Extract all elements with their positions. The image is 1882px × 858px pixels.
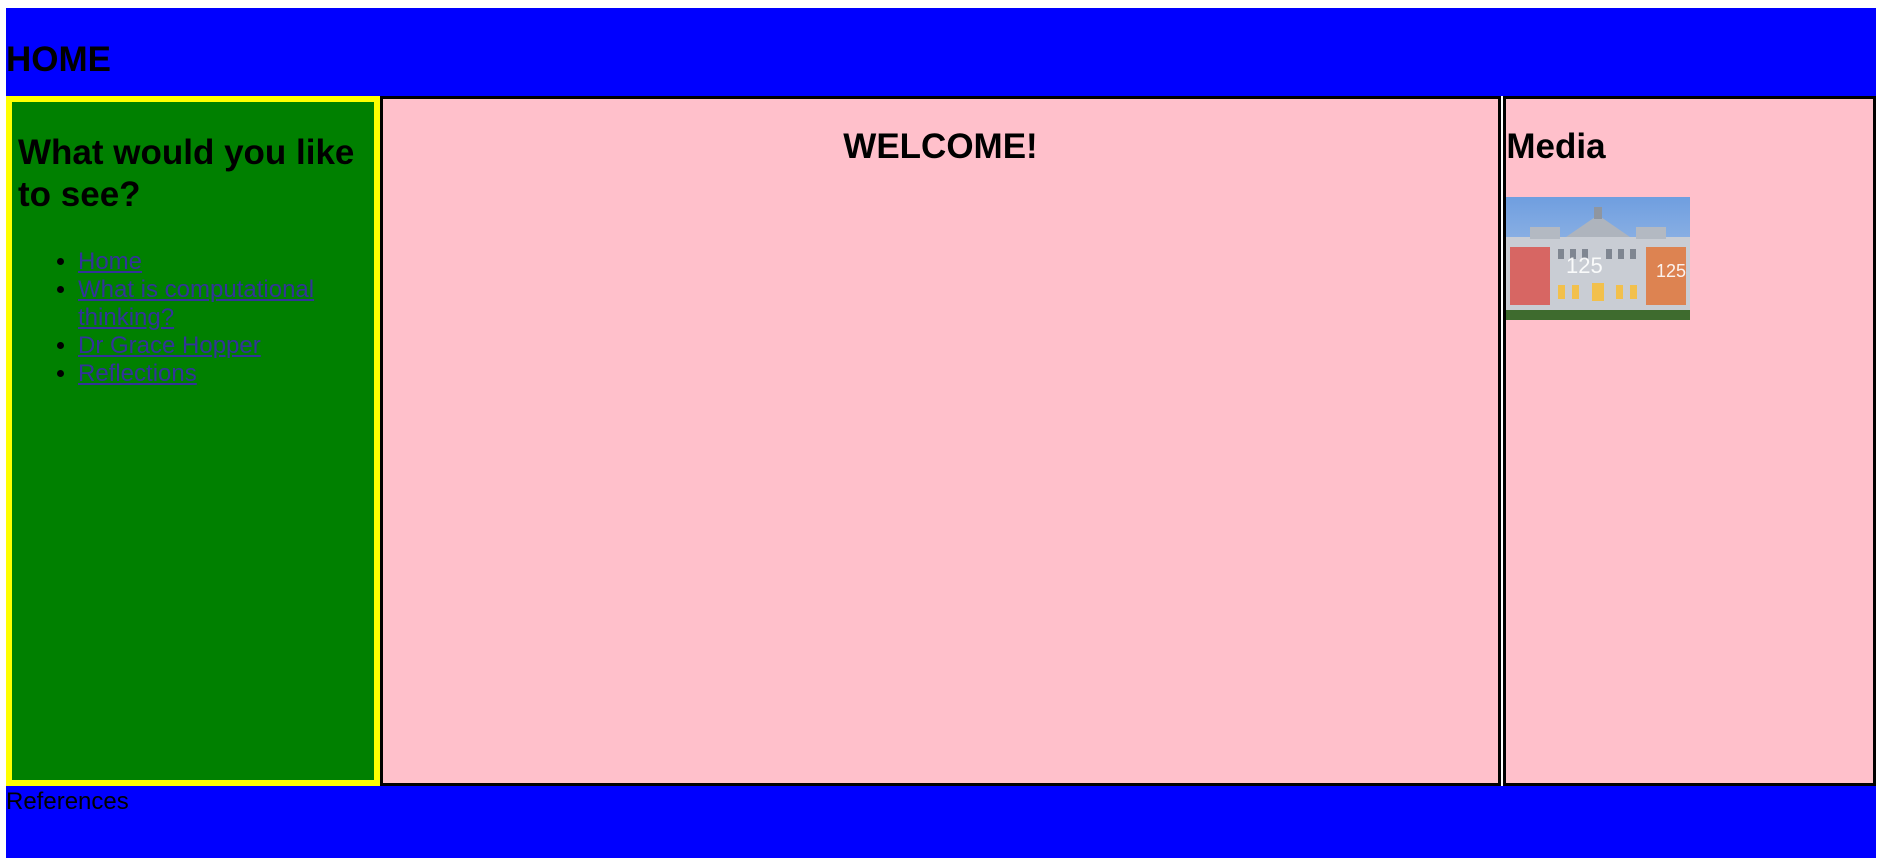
nav-heading: What would you like to see? — [18, 133, 355, 214]
nav-item: What is computational thinking? — [78, 276, 374, 332]
nav-item: Reflections — [78, 360, 374, 388]
content-row: What would you like to see? Home What is… — [6, 96, 1876, 786]
main-panel: WELCOME! — [379, 96, 1502, 786]
welcome-heading: WELCOME! — [843, 127, 1038, 166]
nav-item: Home — [78, 248, 374, 276]
university-building-photo: 125 125 — [1506, 197, 1691, 320]
media-panel: Media 125 125 — [1503, 96, 1876, 786]
page-title: HOME — [6, 40, 111, 79]
footer-bar: References — [6, 786, 1876, 858]
references-label: References — [6, 788, 129, 815]
header-bar: HOME — [6, 8, 1876, 96]
nav-link-computational-thinking[interactable]: What is computational thinking? — [78, 276, 314, 331]
nav-link-home[interactable]: Home — [78, 248, 142, 275]
nav-item: Dr Grace Hopper — [78, 332, 374, 360]
svg-text:125: 125 — [1656, 261, 1686, 281]
nav-panel: What would you like to see? Home What is… — [6, 96, 380, 786]
nav-list: Home What is computational thinking? Dr … — [18, 248, 374, 388]
page: HOME What would you like to see? Home Wh… — [6, 8, 1876, 858]
media-heading: Media — [1506, 127, 1606, 166]
nav-link-grace-hopper[interactable]: Dr Grace Hopper — [78, 332, 261, 359]
svg-text:125: 125 — [1566, 253, 1603, 278]
nav-link-reflections[interactable]: Reflections — [78, 360, 197, 387]
